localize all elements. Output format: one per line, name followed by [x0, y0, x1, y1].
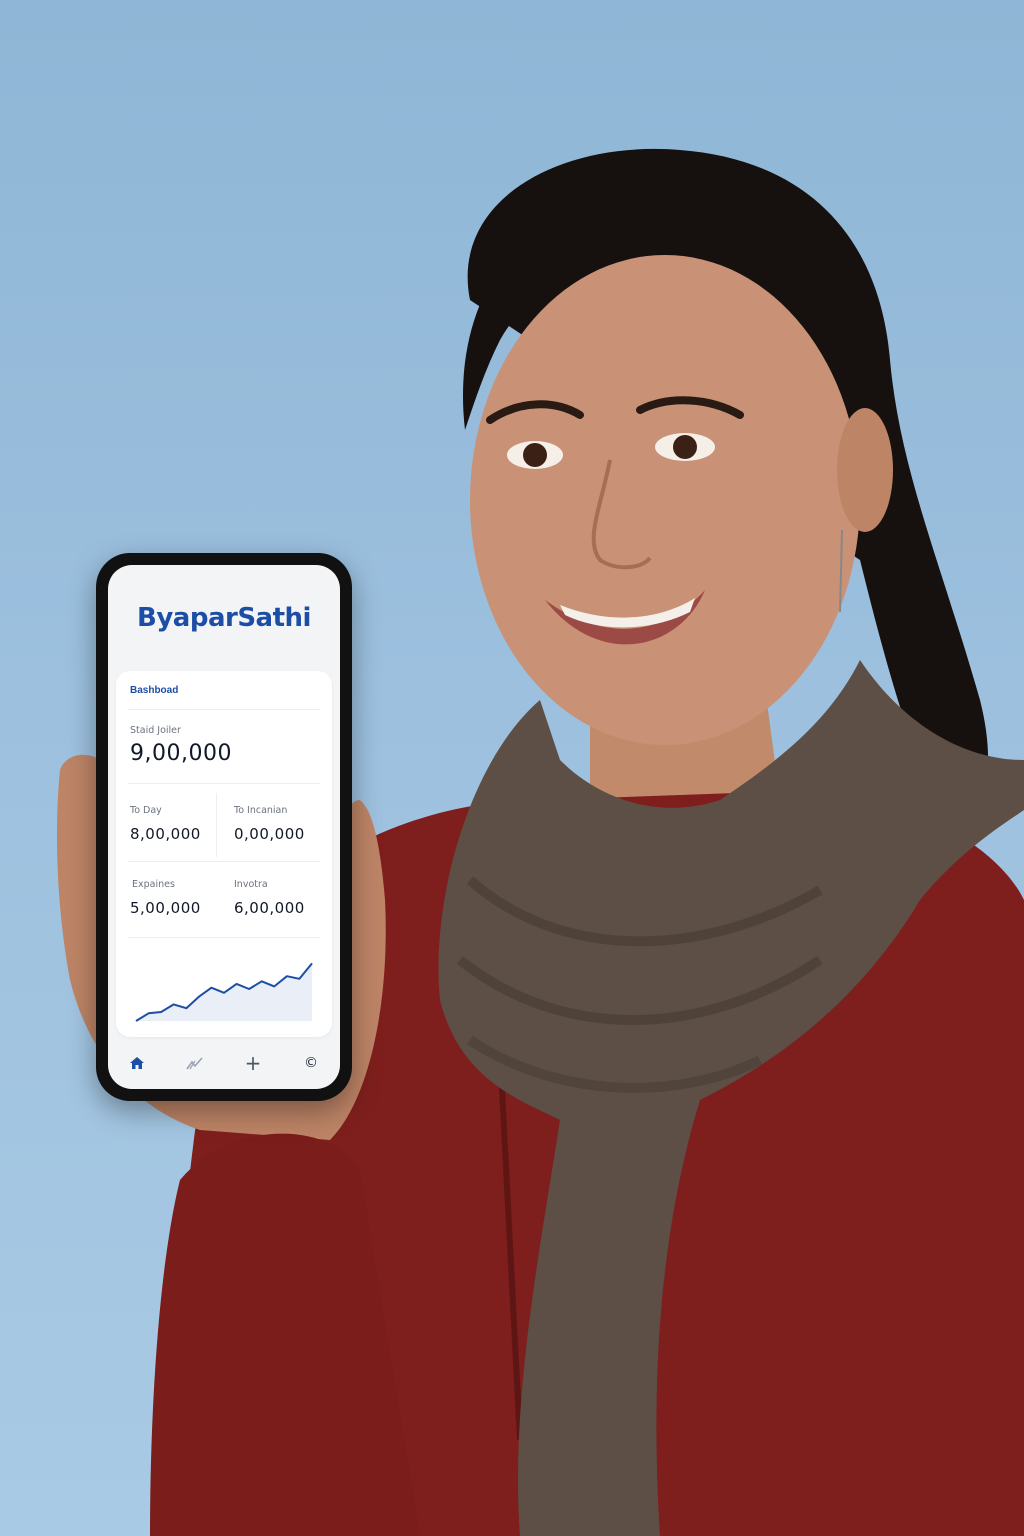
divider: [128, 861, 320, 862]
nav-add[interactable]: +: [235, 1045, 271, 1081]
stat-label: Invotra: [234, 879, 268, 890]
analytics-icon: [186, 1057, 203, 1070]
stat-label: To Incanian: [234, 805, 288, 816]
stat-value: 5,00,000: [130, 899, 201, 917]
trend-chart-svg: [135, 962, 313, 1022]
nav-analytics[interactable]: [177, 1045, 213, 1081]
divider: [216, 793, 217, 857]
dashboard-title: Bashboad: [130, 685, 179, 696]
home-icon: [130, 1057, 144, 1069]
bottom-nav: + ©: [108, 1037, 340, 1089]
currency-icon: ©: [304, 1055, 318, 1071]
divider: [128, 709, 320, 710]
nav-home[interactable]: [119, 1045, 155, 1081]
phone-screen: ByaparSathi Bashboad Staid Joiler 9,00,0…: [108, 565, 340, 1089]
stat-value: 6,00,000: [234, 899, 305, 917]
stat-value: 8,00,000: [130, 825, 201, 843]
divider: [128, 783, 320, 784]
app-logo-text: ByaparSathi: [137, 603, 311, 633]
stat-value: 0,00,000: [234, 825, 305, 843]
plus-icon: +: [244, 1051, 262, 1075]
stat-label: To Day: [130, 805, 162, 816]
total-label: Staid Joiler: [130, 725, 181, 736]
dashboard-card: Bashboad Staid Joiler 9,00,000 To Day 8,…: [116, 671, 332, 1037]
stat-label: Expaines: [132, 879, 175, 890]
trend-chart: [128, 953, 320, 1027]
smartphone: ByaparSathi Bashboad Staid Joiler 9,00,0…: [96, 553, 352, 1101]
nav-currency[interactable]: ©: [293, 1045, 329, 1081]
total-value: 9,00,000: [130, 741, 232, 766]
divider: [128, 937, 320, 938]
